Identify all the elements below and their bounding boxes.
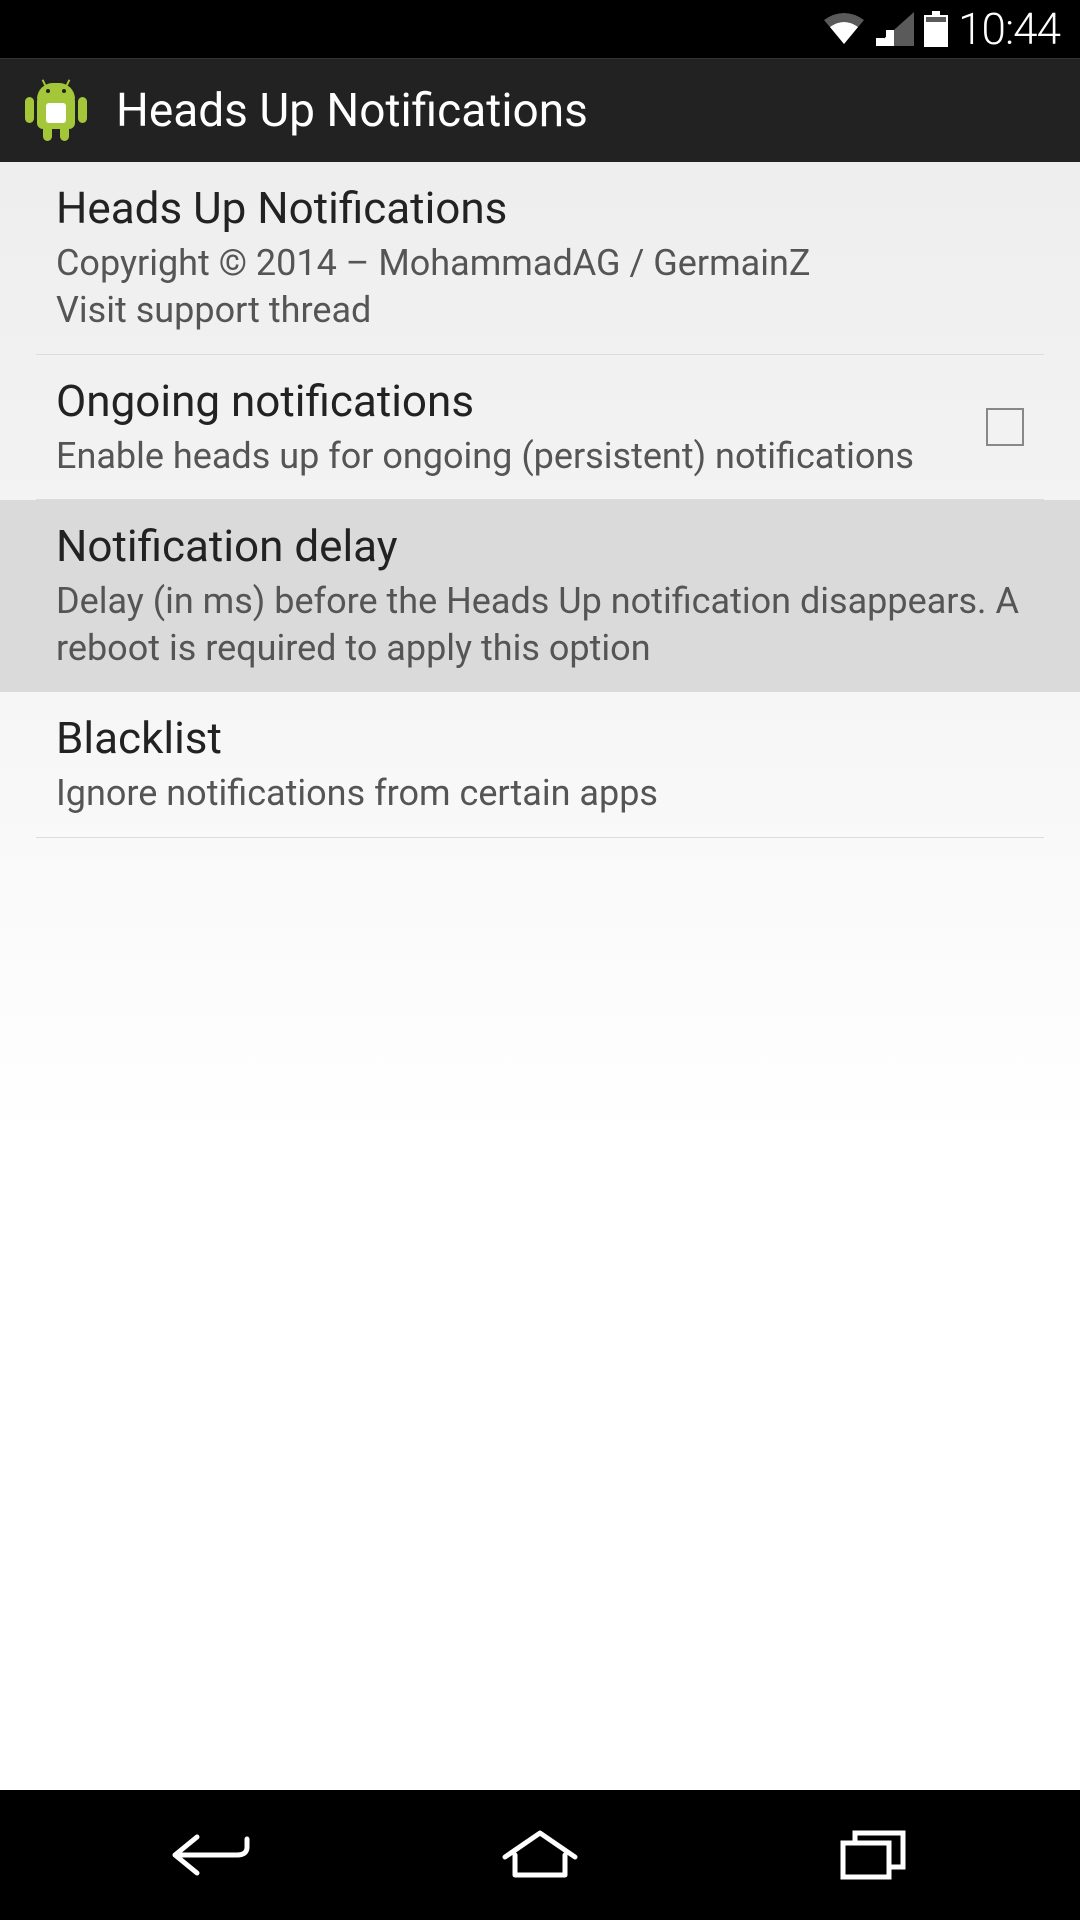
pref-delay[interactable]: Notification delay Delay (in ms) before … xyxy=(0,500,1080,692)
action-bar: Heads Up Notifications xyxy=(0,58,1080,162)
navigation-bar xyxy=(0,1790,1080,1920)
recent-apps-button[interactable] xyxy=(823,1825,923,1885)
preference-list: Heads Up Notifications Copyright © 2014 … xyxy=(0,162,1080,1790)
pref-about-summary: Copyright © 2014 – MohammadAG / GermainZ… xyxy=(56,240,1024,334)
status-bar: 10:44 xyxy=(0,0,1080,58)
pref-delay-title: Notification delay xyxy=(56,520,1024,572)
pref-ongoing-title: Ongoing notifications xyxy=(56,375,956,427)
cell-signal-icon xyxy=(876,12,914,46)
pref-about[interactable]: Heads Up Notifications Copyright © 2014 … xyxy=(36,162,1044,355)
pref-ongoing-summary: Enable heads up for ongoing (persistent)… xyxy=(56,433,956,480)
pref-blacklist[interactable]: Blacklist Ignore notifications from cert… xyxy=(36,692,1044,838)
pref-ongoing[interactable]: Ongoing notifications Enable heads up fo… xyxy=(36,355,1044,501)
status-clock: 10:44 xyxy=(958,3,1060,55)
app-icon xyxy=(24,79,88,143)
wifi-icon xyxy=(822,12,866,46)
pref-blacklist-summary: Ignore notifications from certain apps xyxy=(56,770,1024,817)
pref-delay-summary: Delay (in ms) before the Heads Up notifi… xyxy=(56,578,1024,672)
battery-icon xyxy=(924,11,948,47)
home-button[interactable] xyxy=(490,1825,590,1885)
page-title: Heads Up Notifications xyxy=(116,84,588,138)
back-button[interactable] xyxy=(157,1825,257,1885)
pref-blacklist-title: Blacklist xyxy=(56,712,1024,764)
pref-ongoing-checkbox[interactable] xyxy=(986,408,1024,446)
pref-about-title: Heads Up Notifications xyxy=(56,182,1024,234)
